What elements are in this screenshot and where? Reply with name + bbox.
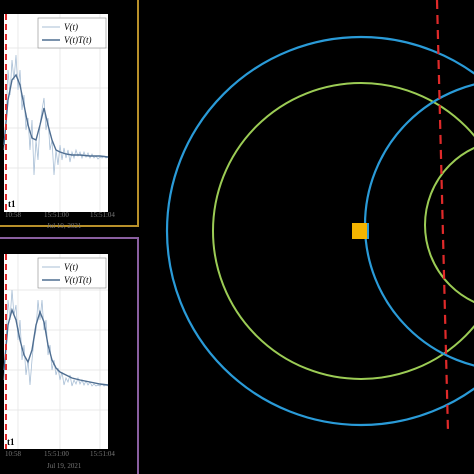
top-panel-title: v_1	[1, 2, 15, 12]
outer-circle-right	[363, 83, 474, 367]
bottom-legend-entry-smoothed: V(t)T(t)	[64, 275, 92, 285]
bottom-marker-label: t1	[7, 437, 15, 447]
inner-circle-center	[212, 82, 474, 380]
top-legend-box: V(t) V(t)T(t)	[37, 17, 107, 49]
bottom-x-tick-3: 15:51:04	[90, 450, 115, 458]
bottom-legend-entry-raw: V(t)	[64, 262, 78, 272]
figure-svg: V(t) V(t)T(t) v_1 t1 10:58 15:51:00 15:5…	[0, 0, 474, 474]
top-date-label: Jul 19, 2021	[47, 222, 82, 230]
diagram-marker-line	[435, 0, 450, 433]
bottom-panel-title: v_2	[1, 242, 15, 252]
top-x-tick-1: 10:58	[5, 211, 21, 219]
bottom-x-tick-1: 10:58	[5, 450, 21, 458]
source-square	[352, 223, 368, 239]
top-chart-panel: V(t) V(t)T(t) v_1 t1 10:58 15:51:00 15:5…	[0, 0, 139, 230]
circles-diagram	[165, 0, 474, 433]
figure-canvas: V(t) V(t)T(t) v_1 t1 10:58 15:51:00 15:5…	[0, 0, 474, 474]
bottom-date-label: Jul 19, 2021	[47, 462, 82, 470]
top-legend-entry-smoothed: V(t)T(t)	[64, 35, 92, 45]
bottom-chart-panel: V(t) V(t)T(t) v_2 t1 10:58 15:51:00 15:5…	[0, 237, 139, 474]
bottom-x-tick-2: 15:51:00	[44, 450, 69, 458]
top-legend-entry-raw: V(t)	[64, 22, 78, 32]
inner-circle-right	[424, 146, 474, 304]
top-x-tick-2: 15:51:00	[44, 211, 69, 219]
bottom-legend-box: V(t) V(t)T(t)	[37, 257, 107, 289]
top-x-tick-3: 15:51:04	[90, 211, 115, 219]
top-marker-label: t1	[8, 199, 16, 209]
